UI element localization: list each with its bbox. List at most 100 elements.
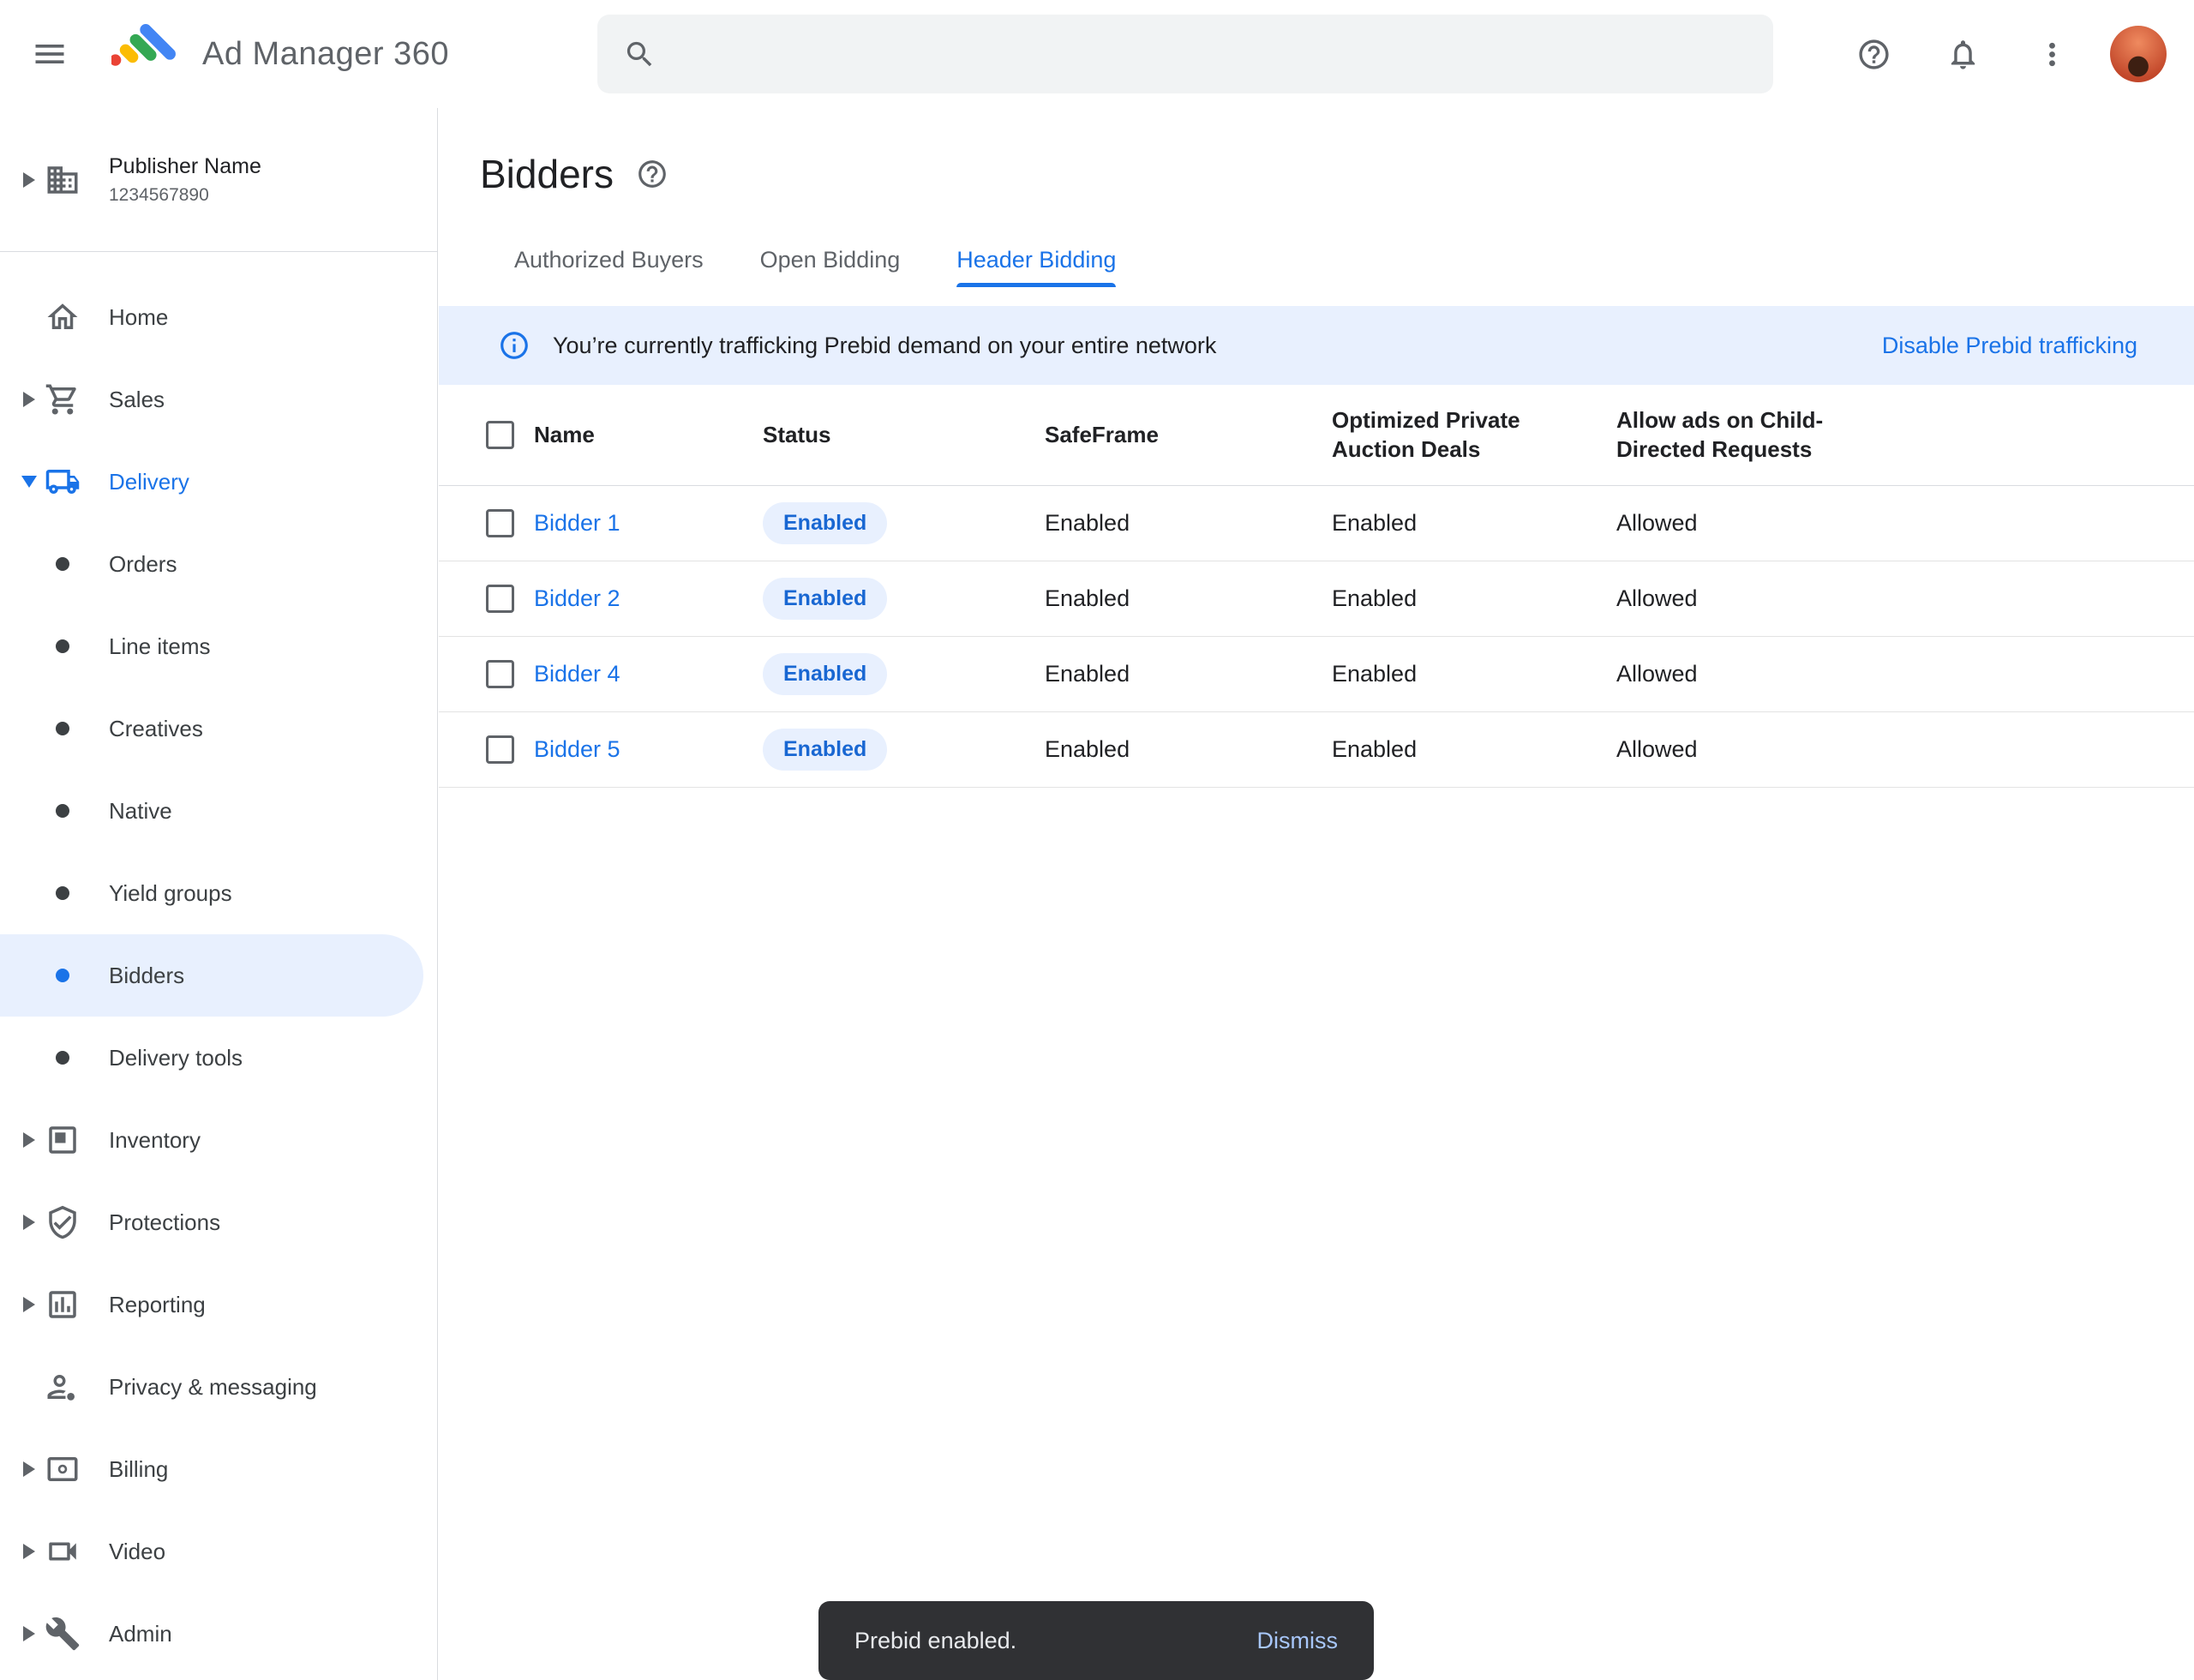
optimized-private-auction-deals-cell: Enabled bbox=[1332, 661, 1616, 687]
hamburger-menu-button[interactable] bbox=[19, 23, 81, 85]
table-row: Bidder 1 Enabled Enabled Enabled Allowed bbox=[439, 486, 2194, 561]
table-header-row: Name Status SafeFrame Optimized Private … bbox=[439, 385, 2194, 486]
search-input[interactable] bbox=[675, 15, 1773, 93]
column-header-safeframe: SafeFrame bbox=[1045, 421, 1332, 450]
status-badge: Enabled bbox=[763, 729, 887, 771]
safeframe-cell: Enabled bbox=[1045, 736, 1332, 763]
ad-manager-logo-icon bbox=[111, 20, 180, 88]
row-checkbox[interactable] bbox=[486, 735, 514, 764]
bullet-icon bbox=[56, 969, 69, 982]
chevron-right-icon bbox=[23, 1215, 35, 1230]
sidebar-item-billing[interactable]: Billing bbox=[0, 1428, 437, 1510]
bidder-link[interactable]: Bidder 2 bbox=[534, 585, 620, 611]
more-vert-icon bbox=[2035, 37, 2070, 72]
chevron-right-icon bbox=[23, 1626, 35, 1641]
snackbar-toast: Prebid enabled. Dismiss bbox=[818, 1601, 1374, 1680]
sidebar-item-delivery-tools[interactable]: Delivery tools bbox=[0, 1017, 437, 1099]
sidebar-item-inventory[interactable]: Inventory bbox=[0, 1099, 437, 1181]
publisher-selector[interactable]: Publisher Name 1234567890 bbox=[0, 108, 437, 252]
safeframe-cell: Enabled bbox=[1045, 661, 1332, 687]
help-button[interactable] bbox=[1843, 23, 1904, 85]
truck-icon bbox=[45, 464, 81, 500]
row-checkbox[interactable] bbox=[486, 585, 514, 613]
building-icon bbox=[45, 162, 81, 198]
page-title: Bidders bbox=[480, 151, 614, 197]
table-row: Bidder 5 Enabled Enabled Enabled Allowed bbox=[439, 712, 2194, 788]
table-row: Bidder 4 Enabled Enabled Enabled Allowed bbox=[439, 637, 2194, 712]
sidebar-item-bidders[interactable]: Bidders bbox=[0, 934, 423, 1017]
sidebar-item-native[interactable]: Native bbox=[0, 770, 437, 852]
search-icon bbox=[623, 38, 656, 71]
prebid-info-banner: You’re currently trafficking Prebid dema… bbox=[439, 306, 2194, 385]
page-help-icon[interactable] bbox=[636, 158, 668, 190]
cart-icon bbox=[45, 381, 81, 417]
toast-message: Prebid enabled. bbox=[854, 1628, 1016, 1654]
tab-open-bidding[interactable]: Open Bidding bbox=[760, 247, 901, 287]
tab-header-bidding[interactable]: Header Bidding bbox=[956, 247, 1116, 287]
tab-authorized-buyers[interactable]: Authorized Buyers bbox=[514, 247, 704, 287]
column-header-name: Name bbox=[534, 421, 763, 450]
sidebar-item-line-items[interactable]: Line items bbox=[0, 605, 437, 687]
account-avatar[interactable] bbox=[2110, 26, 2167, 82]
allow-ads-child-directed-cell: Allowed bbox=[1616, 736, 2194, 763]
status-badge: Enabled bbox=[763, 502, 887, 544]
safeframe-cell: Enabled bbox=[1045, 510, 1332, 537]
home-icon bbox=[45, 299, 81, 335]
bidder-link[interactable]: Bidder 4 bbox=[534, 661, 620, 687]
chevron-down-icon bbox=[21, 476, 37, 488]
bidder-link[interactable]: Bidder 5 bbox=[534, 736, 620, 762]
sidebar-nav: Home Sales Delivery Orders Line item bbox=[0, 252, 437, 1675]
select-all-checkbox[interactable] bbox=[486, 421, 514, 449]
search-bar[interactable] bbox=[597, 15, 1773, 93]
app-root: Ad Manager 360 Publisher Nam bbox=[0, 0, 2194, 1680]
publisher-id: 1234567890 bbox=[109, 183, 261, 207]
shield-icon bbox=[45, 1204, 81, 1240]
banner-message: You’re currently trafficking Prebid dema… bbox=[553, 333, 1216, 359]
chevron-right-icon bbox=[23, 1132, 35, 1148]
table-row: Bidder 2 Enabled Enabled Enabled Allowed bbox=[439, 561, 2194, 637]
sidebar-item-orders[interactable]: Orders bbox=[0, 523, 437, 605]
column-header-status: Status bbox=[763, 421, 1045, 450]
sidebar-item-sales[interactable]: Sales bbox=[0, 358, 437, 441]
bullet-icon bbox=[56, 1051, 69, 1065]
allow-ads-child-directed-cell: Allowed bbox=[1616, 661, 2194, 687]
sidebar-item-home[interactable]: Home bbox=[0, 276, 437, 358]
chevron-right-icon bbox=[23, 172, 35, 188]
disable-prebid-trafficking-link[interactable]: Disable Prebid trafficking bbox=[1882, 333, 2137, 359]
sidebar: Publisher Name 1234567890 Home Sales Del… bbox=[0, 108, 438, 1680]
bullet-icon bbox=[56, 886, 69, 900]
status-badge: Enabled bbox=[763, 578, 887, 620]
person-privacy-icon bbox=[45, 1369, 81, 1405]
safeframe-cell: Enabled bbox=[1045, 585, 1332, 612]
bullet-icon bbox=[56, 639, 69, 653]
toast-dismiss-button[interactable]: Dismiss bbox=[1257, 1628, 1339, 1654]
info-icon bbox=[498, 329, 531, 362]
bidders-table: Name Status SafeFrame Optimized Private … bbox=[439, 385, 2194, 788]
chevron-right-icon bbox=[23, 392, 35, 407]
video-camera-icon bbox=[45, 1533, 81, 1569]
more-options-button[interactable] bbox=[2021, 23, 2083, 85]
row-checkbox[interactable] bbox=[486, 660, 514, 688]
sidebar-item-delivery[interactable]: Delivery bbox=[0, 441, 437, 523]
hamburger-icon bbox=[31, 35, 69, 73]
optimized-private-auction-deals-cell: Enabled bbox=[1332, 585, 1616, 612]
inventory-icon bbox=[45, 1122, 81, 1158]
column-header-optimized-private-auction-deals: Optimized Private Auction Deals bbox=[1332, 406, 1538, 465]
sidebar-item-protections[interactable]: Protections bbox=[0, 1181, 437, 1263]
bidder-link[interactable]: Bidder 1 bbox=[534, 510, 620, 536]
publisher-name: Publisher Name bbox=[109, 153, 261, 181]
row-checkbox[interactable] bbox=[486, 509, 514, 537]
sidebar-item-privacy-messaging[interactable]: Privacy & messaging bbox=[0, 1346, 437, 1428]
chevron-right-icon bbox=[23, 1297, 35, 1312]
sidebar-item-creatives[interactable]: Creatives bbox=[0, 687, 437, 770]
payment-card-icon bbox=[45, 1451, 81, 1487]
bullet-icon bbox=[56, 804, 69, 818]
bell-icon bbox=[1945, 37, 1981, 72]
notifications-button[interactable] bbox=[1932, 23, 1993, 85]
sidebar-item-video[interactable]: Video bbox=[0, 1510, 437, 1593]
sidebar-item-reporting[interactable]: Reporting bbox=[0, 1263, 437, 1346]
sidebar-item-yield-groups[interactable]: Yield groups bbox=[0, 852, 437, 934]
wrench-icon bbox=[45, 1616, 81, 1652]
sidebar-item-admin[interactable]: Admin bbox=[0, 1593, 437, 1675]
bullet-icon bbox=[56, 722, 69, 735]
